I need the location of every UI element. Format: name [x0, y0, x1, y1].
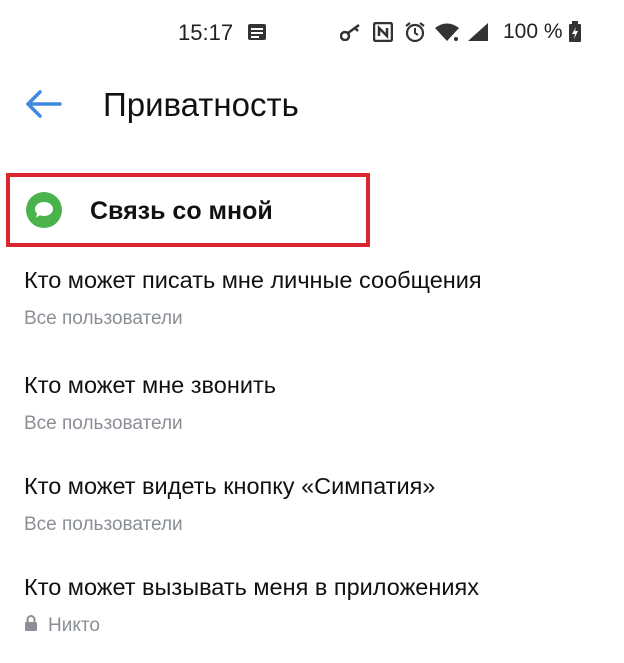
setting-item-messages[interactable]: Кто может писать мне личные сообщения Вс… — [24, 267, 614, 330]
setting-item-sympathy[interactable]: Кто может видеть кнопку «Симпатия» Все п… — [24, 473, 614, 536]
notification-icon — [247, 22, 267, 42]
app-bar: Приватность — [0, 62, 624, 152]
nfc-icon — [373, 22, 393, 42]
setting-title: Кто может мне звонить — [24, 372, 276, 398]
status-time: 15:17 — [178, 20, 234, 45]
setting-title: Кто может писать мне личные сообщения — [24, 267, 482, 293]
section-label: Связь со мной — [90, 197, 273, 225]
setting-value: Все пользователи — [24, 308, 183, 329]
setting-value: Все пользователи — [24, 514, 183, 535]
lock-icon — [24, 615, 38, 637]
page-title: Приватность — [103, 86, 299, 123]
battery-percentage: 100 % — [503, 20, 563, 43]
setting-title: Кто может видеть кнопку «Симпатия» — [24, 473, 436, 499]
setting-item-app-calls[interactable]: Кто может вызывать меня в приложениях Ни… — [24, 574, 614, 637]
back-arrow-icon[interactable] — [22, 82, 66, 126]
alarm-icon — [404, 22, 426, 43]
signal-icon — [467, 22, 489, 42]
battery-icon — [568, 21, 582, 42]
message-bubble-icon — [26, 192, 62, 228]
setting-title: Кто может вызывать меня в приложениях — [24, 574, 479, 600]
section-header-contact: Связь со мной — [6, 173, 370, 247]
status-bar: 15:17 100 % — [0, 0, 624, 62]
setting-value: Никто — [48, 615, 100, 636]
setting-item-calls[interactable]: Кто может мне звонить Все пользователи — [24, 372, 614, 435]
wifi-icon — [434, 22, 460, 42]
key-icon — [340, 22, 362, 42]
setting-value: Все пользователи — [24, 413, 183, 434]
